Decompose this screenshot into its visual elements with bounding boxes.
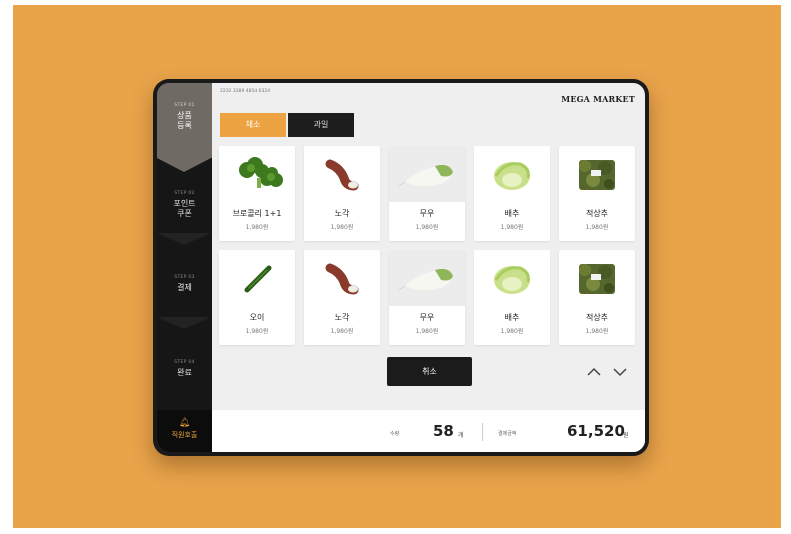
product-price: 1,980원 [585, 224, 609, 231]
cabbage-image [474, 250, 550, 306]
step-2-label: 포인트 [173, 199, 196, 208]
bell-icon: 🔔︎ [178, 418, 191, 428]
product-price: 1,980원 [415, 328, 439, 335]
staff-call-button[interactable]: 🔔︎ 직원호출 [157, 410, 212, 452]
step-1-label-line2: 등록 [177, 121, 192, 130]
product-name: 배추 [504, 209, 520, 218]
product-name: 노각 [334, 313, 350, 322]
product-price: 1,980원 [585, 328, 609, 335]
staff-call-label: 직원호출 [171, 431, 198, 439]
cancel-button[interactable]: 취소 [387, 357, 472, 386]
device-id: 2232 3389 485d 6324 [220, 89, 271, 94]
product-card[interactable]: 노각 1,980원 [304, 250, 380, 345]
nogak-image [304, 250, 380, 306]
red-lettuce-image [559, 250, 635, 306]
nogak-image [304, 146, 380, 202]
radish-image [389, 146, 465, 202]
product-name: 적상추 [585, 209, 609, 218]
tab-fruits[interactable]: 과일 [288, 113, 354, 137]
step-2-arrow [157, 233, 211, 245]
product-name: 오이 [249, 313, 265, 322]
product-card[interactable]: 오이 1,980원 [219, 250, 295, 345]
amount-unit: 원 [623, 432, 629, 439]
product-name: 배추 [504, 313, 520, 322]
product-price: 1,980원 [330, 224, 354, 231]
quantity-label: 수량 [390, 431, 400, 437]
step-3-number: STEP 03 [174, 275, 195, 280]
product-card[interactable]: 노각 1,980원 [304, 146, 380, 241]
cabbage-image [474, 146, 550, 202]
amount-label: 결제금액 [498, 431, 517, 437]
main-panel: 2232 3389 485d 6324 MEGA MARKET 채소 과일 브로… [212, 83, 645, 452]
product-card[interactable]: 브로콜리 1+1 1,980원 [219, 146, 295, 241]
product-price: 1,980원 [500, 328, 524, 335]
product-card[interactable]: 배추 1,980원 [474, 146, 550, 241]
product-card[interactable]: 적상추 1,980원 [559, 250, 635, 345]
quantity-value: 58 [433, 422, 454, 440]
tab-vegetables[interactable]: 채소 [220, 113, 286, 137]
chevron-up-icon[interactable] [585, 363, 603, 381]
summary-divider [482, 423, 483, 441]
product-price: 1,980원 [330, 328, 354, 335]
product-card[interactable]: 배추 1,980원 [474, 250, 550, 345]
step-3-arrow [157, 317, 211, 329]
product-card[interactable]: 적상추 1,980원 [559, 146, 635, 241]
step-4-label: 완료 [177, 368, 192, 377]
cucumber-image [219, 250, 295, 306]
product-name: 브로콜리 1+1 [232, 209, 282, 218]
product-name: 무우 [419, 209, 435, 218]
step-3-label: 결제 [177, 283, 192, 292]
order-summary-bar: 수량 58 개 결제금액 61,520 원 [212, 410, 645, 452]
chevron-down-icon[interactable] [611, 363, 629, 381]
product-price: 1,980원 [500, 224, 524, 231]
product-price: 1,980원 [245, 224, 269, 231]
product-card[interactable]: 무우 1,980원 [389, 146, 465, 241]
radish-image [389, 250, 465, 306]
broccoli-image [219, 146, 295, 202]
step-1-number: STEP 01 [174, 103, 195, 108]
quantity-unit: 개 [458, 432, 464, 439]
product-name: 노각 [334, 209, 350, 218]
step-sidebar: STEP 01 상품 등록 STEP 02 포인트 쿠폰 STEP 03 결제 … [157, 83, 212, 452]
step-4-number: STEP 04 [174, 360, 195, 365]
brand-logo: MEGA MARKET [561, 94, 635, 104]
step-4-complete[interactable]: STEP 04 완료 [157, 360, 212, 378]
step-1-product-register[interactable]: STEP 01 상품 등록 [157, 83, 212, 158]
kiosk-device: STEP 01 상품 등록 STEP 02 포인트 쿠폰 STEP 03 결제 … [153, 79, 649, 456]
step-3-payment[interactable]: STEP 03 결제 [157, 275, 212, 293]
step-1-label: 상품 [177, 111, 192, 120]
step-2-number: STEP 02 [174, 191, 195, 196]
product-price: 1,980원 [415, 224, 439, 231]
step-1-arrow [157, 158, 211, 172]
step-2-label-line2: 쿠폰 [177, 209, 192, 218]
amount-value: 61,520 [567, 422, 625, 440]
step-2-point-coupon[interactable]: STEP 02 포인트 쿠폰 [157, 191, 212, 219]
product-card[interactable]: 무우 1,980원 [389, 250, 465, 345]
red-lettuce-image [559, 146, 635, 202]
product-name: 무우 [419, 313, 435, 322]
product-price: 1,980원 [245, 328, 269, 335]
kiosk-screen: STEP 01 상품 등록 STEP 02 포인트 쿠폰 STEP 03 결제 … [157, 83, 645, 452]
product-name: 적상추 [585, 313, 609, 322]
